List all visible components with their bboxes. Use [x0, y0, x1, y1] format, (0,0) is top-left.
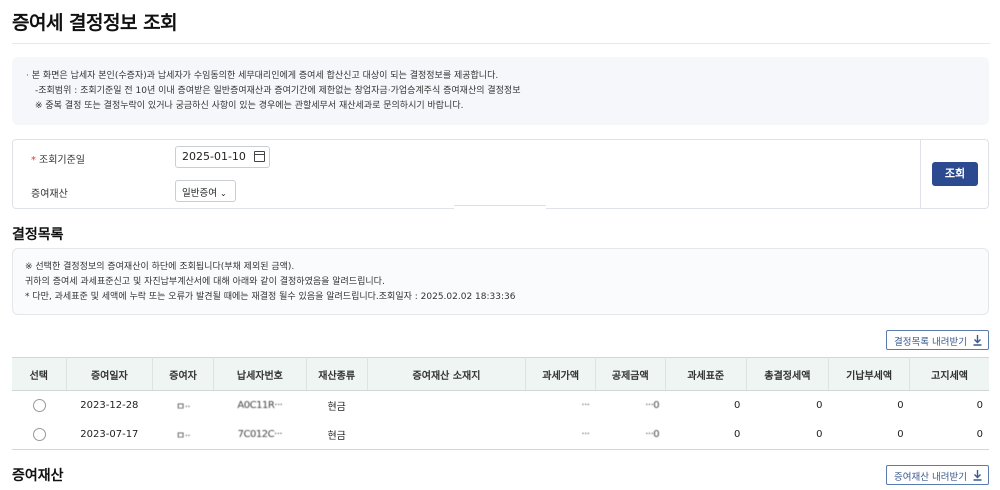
- col-deduction: 공제금액: [595, 357, 666, 391]
- col-kind: 재산종류: [306, 357, 368, 391]
- row-radio[interactable]: [32, 399, 46, 412]
- search-panel: * 조회기준일 2025-01-10 증여재산 일반증여 ⌄ 조회: [12, 139, 989, 209]
- list-section-title: 결정목록: [12, 227, 64, 243]
- col-location: 증여재산 소재지: [367, 357, 527, 391]
- chevron-down-icon: ⌄: [220, 189, 227, 198]
- asset-label: 증여재산: [31, 189, 68, 200]
- cell-deduction: ···0: [645, 400, 660, 411]
- list-notice-line-1: ※ 선택한 결정정보의 증여재산이 하단에 조회됩니다(부채 제외된 금액).: [25, 262, 295, 272]
- table-row[interactable]: 2023-12-28 ㅁ·· A0C11R··· 현금 ··· ···0 0 0…: [12, 391, 989, 421]
- asset-section-title: 증여재산: [12, 468, 64, 484]
- required-mark: *: [31, 155, 36, 166]
- table-header-row: 선택 증여일자 증여자 납세자번호 재산종류 증여재산 소재지 과세가액 공제금…: [12, 357, 989, 391]
- cell-kind: 현금: [306, 420, 368, 450]
- cell-notice: 0: [909, 420, 989, 450]
- col-taxable: 과세가액: [525, 357, 596, 391]
- cell-taxno: 7C012C···: [237, 429, 283, 440]
- col-date: 증여일자: [66, 357, 154, 391]
- notice-line-2: -조회범위 : 조회기준일 전 10년 이내 증여받은 일반증여재산과 증여기간…: [35, 86, 521, 96]
- notice-line-3: ※ 중복 결정 또는 결정누락이 있거나 궁금하신 사항이 있는 경우에는 관할…: [35, 101, 464, 111]
- cell-taxable: ···: [581, 429, 590, 440]
- cell-total: 0: [816, 400, 823, 411]
- cell-date: 2023-07-17: [66, 420, 153, 450]
- cell-kind: 현금: [327, 402, 346, 413]
- page-title: 증여세 결정정보 조회: [12, 12, 178, 34]
- panel-divider: [920, 140, 921, 208]
- col-total: 총결정세액: [746, 357, 829, 391]
- col-notice: 고지세액: [909, 357, 989, 391]
- cell-base: 0: [665, 420, 747, 450]
- list-notice-line-2: 귀하의 증여세 과세표준신고 및 자진납부계산서에 대해 아래와 같이 결정하였…: [25, 277, 385, 287]
- cell-location: [367, 420, 526, 450]
- notice-line-1: 본 화면은 납세자 본인(수증자)과 납세자가 수임동의한 세무대리인에게 증여…: [31, 71, 499, 81]
- cell-date: 2023-12-28: [80, 400, 139, 411]
- col-paid: 기납부세액: [828, 357, 911, 391]
- calendar-icon[interactable]: [254, 151, 265, 162]
- cell-donor: ㅁ··: [176, 431, 191, 442]
- cell-location: [367, 391, 526, 421]
- list-notice: ※ 선택한 결정정보의 증여재산이 하단에 조회됩니다(부채 제외된 금액). …: [12, 248, 989, 315]
- row-radio[interactable]: [32, 428, 46, 441]
- info-notice: · 본 화면은 납세자 본인(수증자)과 납세자가 수임동의한 세무대리인에게 …: [12, 57, 989, 125]
- download-asset-button[interactable]: 증여재산 내려받기: [886, 465, 989, 485]
- dropdown-overlay: [454, 205, 546, 248]
- cell-paid: 0: [897, 400, 904, 411]
- date-label: * 조회기준일: [31, 155, 85, 166]
- download-icon: [973, 335, 982, 346]
- cell-taxno: A0C11R···: [237, 400, 283, 411]
- asset-select[interactable]: 일반증여 ⌄: [175, 180, 236, 202]
- cell-total: 0: [746, 420, 829, 450]
- cell-paid: 0: [828, 420, 910, 450]
- cell-donor: ㅁ··: [176, 402, 191, 413]
- table-row[interactable]: 2023-07-17 ㅁ·· 7C012C··· 현금 ··· ···0 0 0…: [12, 420, 989, 450]
- date-input[interactable]: 2025-01-10: [175, 146, 270, 168]
- col-taxno: 납세자번호: [213, 357, 307, 391]
- cell-deduction: ···0: [645, 429, 660, 440]
- col-select: 선택: [12, 357, 67, 391]
- list-notice-line-3: * 다만, 과세표준 및 세액에 누락 또는 오류가 발견될 때에는 재결정 될…: [25, 292, 516, 302]
- col-base: 과세표준: [665, 357, 747, 391]
- col-donor: 증여자: [152, 357, 214, 391]
- download-icon: [973, 470, 982, 481]
- cell-notice: 0: [976, 400, 983, 411]
- decision-table: 선택 증여일자 증여자 납세자번호 재산종류 증여재산 소재지 과세가액 공제금…: [12, 357, 989, 450]
- cell-taxable: ···: [581, 400, 590, 411]
- search-button[interactable]: 조회: [932, 162, 978, 186]
- cell-base: 0: [733, 400, 741, 411]
- title-divider: [12, 43, 990, 44]
- download-list-button[interactable]: 결정목록 내려받기: [886, 330, 989, 350]
